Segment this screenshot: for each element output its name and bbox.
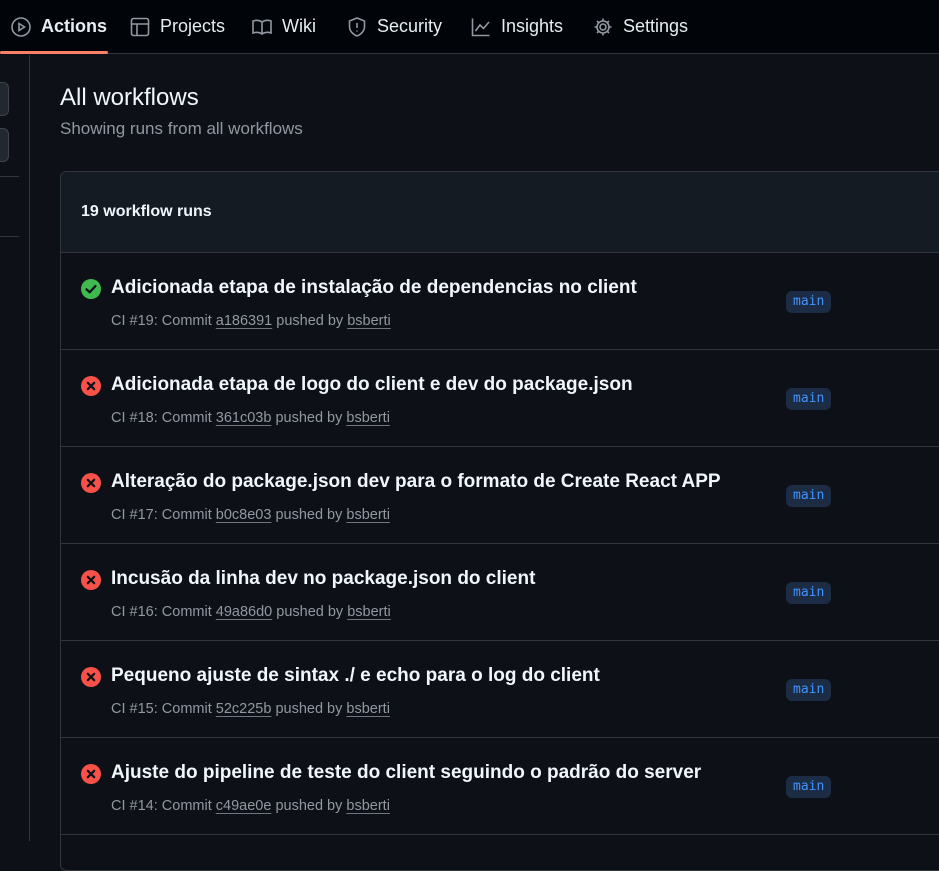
- run-number: CI #18: Commit: [111, 410, 212, 426]
- tab-security[interactable]: Security: [346, 0, 442, 53]
- tab-wiki[interactable]: Wiki: [251, 0, 316, 53]
- tab-insights[interactable]: Insights: [470, 0, 563, 53]
- table-icon: [130, 17, 150, 36]
- selected-tab-indicator: [0, 51, 108, 54]
- run-title[interactable]: Incusão da linha dev no package.json do …: [111, 568, 535, 590]
- workflow-runs-list: 19 workflow runs Adicionada etapa de ins…: [60, 171, 939, 871]
- run-meta: CI #14: Commit c49ae0e pushed by bsberti: [111, 798, 390, 814]
- workflow-run-row[interactable]: Pequeno ajuste de sintax ./ e echo para …: [61, 641, 939, 738]
- commit-link[interactable]: a186391: [216, 313, 272, 329]
- tab-settings[interactable]: Settings: [592, 0, 688, 53]
- run-meta: CI #15: Commit 52c225b pushed by bsberti: [111, 701, 390, 717]
- commit-link[interactable]: c49ae0e: [216, 798, 272, 814]
- tab-label: Insights: [501, 16, 564, 36]
- branch-badge[interactable]: main: [786, 679, 832, 701]
- actor-link[interactable]: bsberti: [346, 410, 390, 426]
- x-circle-icon: [81, 667, 101, 687]
- run-number: CI #14: Commit: [111, 798, 212, 814]
- pushed-by-label: pushed by: [275, 507, 343, 523]
- graph-icon: [471, 18, 490, 36]
- tab-actions[interactable]: Actions: [10, 0, 107, 53]
- branch-badge[interactable]: main: [786, 582, 832, 604]
- run-meta: CI #18: Commit 361c03b pushed by bsberti: [111, 410, 390, 426]
- run-number: CI #15: Commit: [111, 701, 212, 717]
- workflow-run-row[interactable]: Adicionada etapa de logo do client e dev…: [61, 350, 939, 447]
- run-title[interactable]: Pequeno ajuste de sintax ./ e echo para …: [111, 665, 600, 687]
- run-title[interactable]: Adicionada etapa de instalação de depend…: [111, 277, 637, 299]
- runs-count: 19 workflow runs: [81, 203, 212, 220]
- branch-badge[interactable]: main: [786, 388, 832, 410]
- run-title[interactable]: Adicionada etapa de logo do client e dev…: [111, 374, 633, 396]
- x-circle-icon: [81, 473, 101, 493]
- x-circle-icon: [81, 570, 101, 590]
- tab-label: Projects: [160, 16, 226, 36]
- run-number: CI #19: Commit: [111, 313, 212, 329]
- actor-link[interactable]: bsberti: [347, 604, 391, 620]
- workflow-run-row[interactable]: Alteração do package.json dev para o for…: [61, 447, 939, 544]
- pushed-by-label: pushed by: [275, 701, 343, 717]
- check-circle-icon: [81, 279, 101, 299]
- run-title[interactable]: Alteração do package.json dev para o for…: [111, 471, 721, 493]
- run-title[interactable]: Ajuste do pipeline de teste do client se…: [111, 762, 701, 784]
- branch-badge[interactable]: main: [786, 291, 832, 313]
- page-title: All workflows: [60, 84, 199, 111]
- play-icon: [11, 16, 31, 37]
- branch-badge[interactable]: main: [786, 776, 832, 798]
- pushed-by-label: pushed by: [275, 410, 343, 426]
- actor-link[interactable]: bsberti: [346, 507, 390, 523]
- pushed-by-label: pushed by: [275, 798, 343, 814]
- shield-icon: [348, 16, 366, 37]
- repo-nav: Actions Projects Wiki Security Insights …: [0, 0, 939, 54]
- commit-link[interactable]: b0c8e03: [216, 507, 272, 523]
- actor-link[interactable]: bsberti: [347, 313, 391, 329]
- page-subtitle: Showing runs from all workflows: [60, 119, 303, 138]
- tab-label: Actions: [41, 16, 108, 36]
- run-meta: CI #19: Commit a186391 pushed by bsberti: [111, 313, 391, 329]
- tab-label: Wiki: [282, 16, 316, 36]
- x-circle-icon: [81, 376, 101, 396]
- sidebar-divider: [0, 236, 19, 237]
- pushed-by-label: pushed by: [276, 313, 344, 329]
- run-number: CI #16: Commit: [111, 604, 212, 620]
- gear-icon: [594, 18, 612, 35]
- commit-link[interactable]: 49a86d0: [216, 604, 272, 620]
- runs-rows: Adicionada etapa de instalação de depend…: [61, 253, 939, 835]
- actor-link[interactable]: bsberti: [346, 701, 390, 717]
- run-meta: CI #16: Commit 49a86d0 pushed by bsberti: [111, 604, 391, 620]
- tab-label: Settings: [623, 16, 689, 36]
- workflow-sidebar: [0, 55, 30, 841]
- tab-label: Security: [377, 16, 443, 36]
- actor-link[interactable]: bsberti: [346, 798, 390, 814]
- run-meta: CI #17: Commit b0c8e03 pushed by bsberti: [111, 507, 390, 523]
- run-number: CI #17: Commit: [111, 507, 212, 523]
- tab-projects[interactable]: Projects: [129, 0, 225, 53]
- x-circle-icon: [81, 764, 101, 784]
- commit-link[interactable]: 361c03b: [216, 410, 272, 426]
- sidebar-button[interactable]: [0, 82, 9, 116]
- sidebar-button[interactable]: [0, 128, 9, 162]
- workflow-run-row[interactable]: Adicionada etapa de instalação de depend…: [61, 253, 939, 350]
- commit-link[interactable]: 52c225b: [216, 701, 272, 717]
- runs-list-header: 19 workflow runs: [61, 172, 939, 253]
- branch-badge[interactable]: main: [786, 485, 832, 507]
- sidebar-divider: [0, 176, 19, 177]
- pushed-by-label: pushed by: [276, 604, 344, 620]
- workflow-run-row[interactable]: Ajuste do pipeline de teste do client se…: [61, 738, 939, 835]
- workflow-run-row[interactable]: Incusão da linha dev no package.json do …: [61, 544, 939, 641]
- book-icon: [252, 19, 272, 35]
